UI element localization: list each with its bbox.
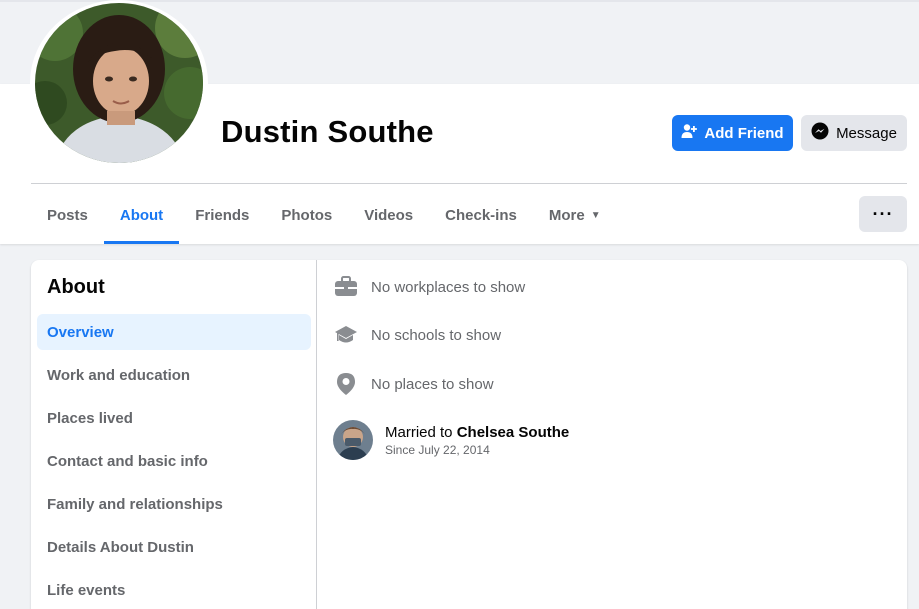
sidebar-item-work-and-education[interactable]: Work and education bbox=[37, 357, 311, 393]
tab-label: Friends bbox=[195, 206, 250, 224]
tab-more[interactable]: More ▼ bbox=[533, 186, 617, 244]
spouse-avatar[interactable] bbox=[333, 420, 373, 460]
tab-label: More bbox=[548, 206, 585, 224]
sidebar-item-label: Work and education bbox=[47, 366, 191, 384]
sidebar-item-label: Contact and basic info bbox=[47, 452, 208, 470]
workplaces-text: No workplaces to show bbox=[371, 278, 526, 296]
sidebar-item-label: Life events bbox=[47, 581, 126, 599]
tab-label: Photos bbox=[281, 206, 333, 224]
sidebar-item-overview[interactable]: Overview bbox=[37, 314, 311, 350]
caret-down-icon: ▼ bbox=[590, 209, 601, 221]
sidebar-item-label: Overview bbox=[47, 323, 114, 341]
sidebar-item-label: Places lived bbox=[47, 409, 133, 427]
places-text: No places to show bbox=[371, 375, 494, 393]
tab-about[interactable]: About bbox=[103, 186, 180, 244]
sidebar-item-places-lived[interactable]: Places lived bbox=[37, 400, 311, 436]
relationship-since: Since July 22, 2014 bbox=[385, 442, 490, 457]
message-label: Message bbox=[836, 124, 897, 142]
sidebar-item-label: Family and relationships bbox=[47, 495, 223, 513]
header-divider bbox=[31, 183, 907, 184]
about-title: About bbox=[47, 276, 105, 298]
add-friend-label: Add Friend bbox=[704, 124, 784, 142]
overview-places: No places to show bbox=[333, 372, 494, 396]
briefcase-icon bbox=[333, 276, 359, 298]
tab-friends[interactable]: Friends bbox=[179, 186, 265, 244]
tab-label: Posts bbox=[47, 206, 88, 224]
tab-posts[interactable]: Posts bbox=[31, 186, 104, 244]
spouse-name-link[interactable]: Chelsea Southe bbox=[457, 424, 570, 441]
tab-check-ins[interactable]: Check-ins bbox=[429, 186, 533, 244]
relationship-details: Married to Chelsea Southe Since July 22,… bbox=[385, 424, 569, 457]
relationship-line: Married to Chelsea Southe bbox=[385, 424, 569, 441]
tab-label: Videos bbox=[364, 206, 414, 224]
add-friend-icon bbox=[681, 123, 698, 143]
sidebar-item-label: Details About Dustin bbox=[47, 538, 194, 556]
overview-schools: No schools to show bbox=[333, 324, 501, 346]
overview-relationship: Married to Chelsea Southe Since July 22,… bbox=[333, 420, 569, 460]
location-pin-icon bbox=[333, 372, 359, 396]
tab-label: About bbox=[119, 206, 164, 224]
message-button[interactable]: Message bbox=[801, 115, 907, 151]
tab-videos[interactable]: Videos bbox=[348, 186, 429, 244]
tab-photos[interactable]: Photos bbox=[265, 186, 348, 244]
profile-avatar[interactable] bbox=[35, 3, 203, 163]
sidebar-item-life-events[interactable]: Life events bbox=[37, 572, 311, 608]
more-options-button[interactable]: ··· bbox=[859, 196, 907, 232]
about-sidebar: About Overview Work and education Places… bbox=[31, 260, 317, 609]
graduation-cap-icon bbox=[333, 324, 359, 346]
tab-label: Check-ins bbox=[445, 206, 517, 224]
add-friend-button[interactable]: Add Friend bbox=[672, 115, 793, 151]
relationship-prefix: Married to bbox=[385, 423, 453, 441]
profile-tabs: Posts About Friends Photos Videos Check-… bbox=[31, 186, 617, 244]
messenger-icon bbox=[811, 122, 829, 144]
sidebar-item-family-relationships[interactable]: Family and relationships bbox=[37, 486, 311, 522]
profile-name: Dustin Southe bbox=[221, 114, 434, 149]
sidebar-item-contact-info[interactable]: Contact and basic info bbox=[37, 443, 311, 479]
schools-text: No schools to show bbox=[371, 326, 502, 344]
overview-workplaces: No workplaces to show bbox=[333, 276, 525, 298]
about-card: About Overview Work and education Places… bbox=[31, 260, 907, 609]
sidebar-item-details[interactable]: Details About Dustin bbox=[37, 529, 311, 565]
